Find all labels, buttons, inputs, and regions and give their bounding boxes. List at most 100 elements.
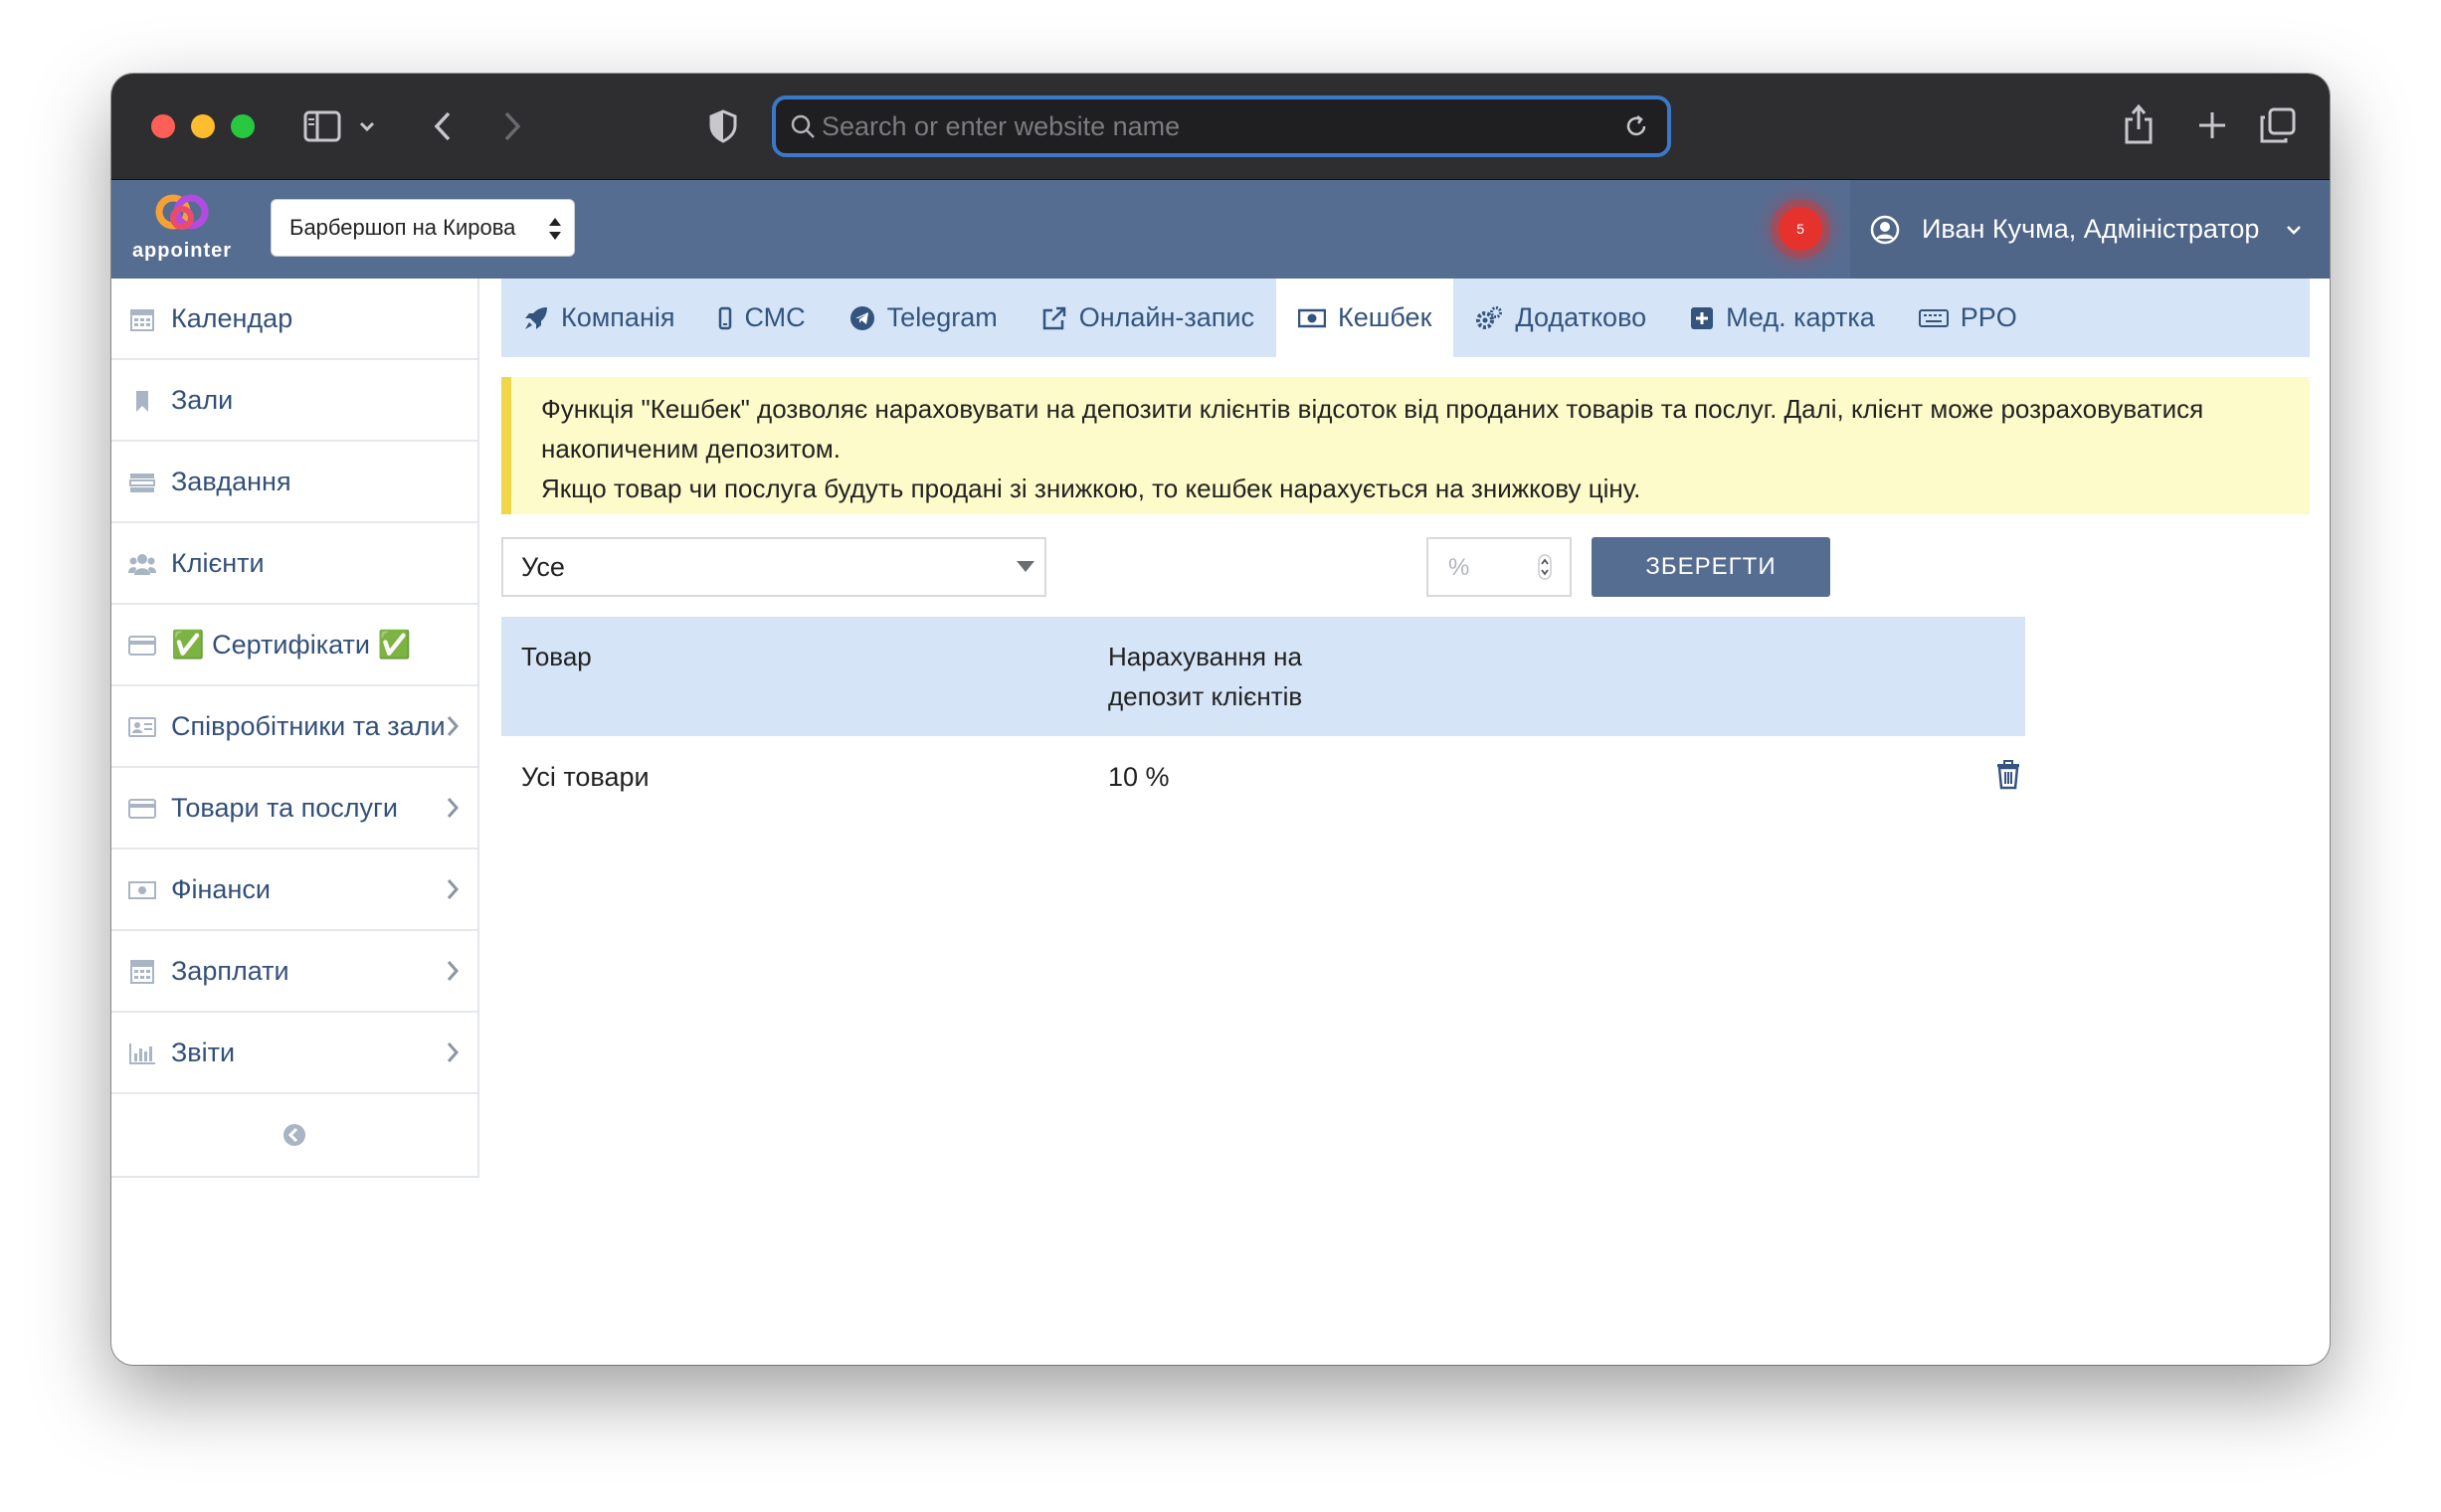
tab-label: Мед. картка xyxy=(1726,302,1875,332)
column-header-product: Товар xyxy=(521,642,592,671)
tab-company[interactable]: Компанія xyxy=(501,279,696,357)
sidebar: Календар Зали Завдання Клієнти ✅ Сертифі… xyxy=(111,279,479,1178)
appointer-logo[interactable]: appointer xyxy=(127,190,237,270)
users-icon xyxy=(127,549,157,579)
id-card-icon xyxy=(127,712,157,742)
tab-additional[interactable]: Додатково xyxy=(1453,279,1668,357)
sidebar-item-halls[interactable]: Зали xyxy=(111,360,477,442)
forward-arrow-icon[interactable] xyxy=(497,107,527,145)
tab-label: СМС xyxy=(744,302,806,332)
sidebar-item-products[interactable]: Товари та послуги xyxy=(111,768,477,850)
settings-tabs: Компанія СМС Telegram Онлайн-запис Кешбе… xyxy=(501,279,2310,357)
sidebar-item-employees[interactable]: Співробітники та зали xyxy=(111,686,477,768)
table-header: Товар Нарахування на депозит клієнтів xyxy=(501,617,2025,736)
chevron-right-icon xyxy=(446,959,460,990)
product-select-value: Усе xyxy=(521,551,565,582)
plus-square-icon xyxy=(1690,306,1714,330)
spinner-icon[interactable] xyxy=(1538,554,1552,585)
sidebar-item-label: Фінанси xyxy=(171,873,271,904)
sidebar-item-reports[interactable]: Звіти xyxy=(111,1013,477,1094)
chevron-right-icon xyxy=(446,1040,460,1071)
cashback-table: Товар Нарахування на депозит клієнтів Ус… xyxy=(501,617,2025,820)
sidebar-item-label: Товари та послуги xyxy=(171,792,398,823)
caret-down-icon xyxy=(1017,561,1034,572)
chevron-down-icon xyxy=(2285,224,2303,236)
sidebar-item-clients[interactable]: Клієнти xyxy=(111,523,477,605)
percent-field[interactable] xyxy=(1426,537,1572,597)
share-icon[interactable] xyxy=(2121,101,2157,147)
chevron-right-icon xyxy=(446,877,460,908)
zoom-window-button[interactable] xyxy=(231,114,255,138)
cell-product: Усі товари xyxy=(521,762,650,792)
tab-label: Онлайн-запис xyxy=(1078,302,1254,332)
url-bar[interactable] xyxy=(772,95,1671,157)
user-menu[interactable]: Иван Кучма, Адміністратор xyxy=(1850,180,2330,279)
bar-chart-icon xyxy=(127,1039,157,1068)
column-header-deposit: Нарахування на депозит клієнтів xyxy=(1108,642,1303,711)
tab-label: Додатково xyxy=(1515,302,1647,332)
keyboard-icon xyxy=(1918,308,1949,328)
info-alert: Функція "Кешбек" дозволяє нараховувати н… xyxy=(501,377,2310,514)
minimize-window-button[interactable] xyxy=(191,114,215,138)
shield-icon[interactable] xyxy=(706,107,740,145)
sidebar-item-label: Співробітники та зали xyxy=(171,710,446,741)
new-tab-icon[interactable] xyxy=(2194,107,2230,143)
sidebar-item-certificates[interactable]: ✅ Сертифікати ✅ xyxy=(111,605,477,686)
sidebar-item-calendar[interactable]: Календар xyxy=(111,279,477,360)
tab-ppo[interactable]: PPO xyxy=(1897,279,2039,357)
user-name: Иван Кучма, Адміністратор xyxy=(1922,214,2260,244)
bookmark-icon xyxy=(127,386,157,416)
branch-select[interactable]: Барбершоп на Кирова xyxy=(271,199,575,257)
product-select[interactable]: Усе xyxy=(501,537,1046,597)
table-row: Усі товари 10 % xyxy=(501,736,2025,820)
sidebar-toggle-icon[interactable] xyxy=(302,107,342,145)
card-icon xyxy=(127,631,157,661)
sidebar-item-label: Зали xyxy=(171,384,234,415)
browser-toolbar xyxy=(111,74,2330,180)
tab-label: Telegram xyxy=(886,302,998,332)
browser-window: appointer Барбершоп на Кирова 5 Иван Куч… xyxy=(111,74,2330,1365)
tab-sms[interactable]: СМС xyxy=(696,279,827,357)
tab-telegram[interactable]: Telegram xyxy=(828,279,1020,357)
chevron-down-icon[interactable] xyxy=(356,113,378,139)
notification-badge[interactable]: 5 xyxy=(1779,207,1822,251)
money-icon xyxy=(127,875,157,905)
tab-label: Компанія xyxy=(561,302,675,332)
sidebar-item-finance[interactable]: Фінанси xyxy=(111,850,477,931)
chevron-right-icon xyxy=(446,714,460,745)
sidebar-item-tasks[interactable]: Завдання xyxy=(111,442,477,523)
gears-icon xyxy=(1475,305,1503,331)
chevron-left-circle-icon xyxy=(282,1123,306,1147)
sidebar-item-salaries[interactable]: Зарплати xyxy=(111,931,477,1013)
tab-label: Кешбек xyxy=(1337,302,1432,332)
app-header: appointer Барбершоп на Кирова 5 Иван Куч… xyxy=(111,180,2330,279)
sidebar-item-label: Звіти xyxy=(171,1037,236,1067)
save-button[interactable]: ЗБЕРЕГТИ xyxy=(1592,537,1830,597)
percent-input[interactable] xyxy=(1428,539,1540,597)
sidebar-collapse-button[interactable] xyxy=(111,1094,477,1176)
calculator-icon xyxy=(127,957,157,987)
chevron-right-icon xyxy=(446,796,460,827)
close-window-button[interactable] xyxy=(151,114,175,138)
reload-icon[interactable] xyxy=(1623,113,1649,139)
calendar-icon xyxy=(127,304,157,334)
sidebar-item-label: Клієнти xyxy=(171,547,265,578)
sidebar-item-label: ✅ Сертифікати ✅ xyxy=(171,630,412,660)
tab-medical-card[interactable]: Мед. картка xyxy=(1668,279,1897,357)
mobile-icon xyxy=(718,306,732,330)
tab-label: PPO xyxy=(1960,302,2017,332)
branch-select-value: Барбершоп на Кирова xyxy=(289,215,516,240)
tab-online-booking[interactable]: Онлайн-запис xyxy=(1020,279,1276,357)
url-input[interactable] xyxy=(816,99,1623,153)
select-arrows-icon xyxy=(548,216,562,248)
cell-percent: 10 % xyxy=(1108,762,1170,792)
back-arrow-icon[interactable] xyxy=(428,107,458,145)
external-link-icon xyxy=(1041,305,1067,331)
sidebar-item-label: Календар xyxy=(171,302,293,333)
trash-icon[interactable] xyxy=(1995,760,2021,797)
card-icon xyxy=(127,794,157,824)
tab-overview-icon[interactable] xyxy=(2258,105,2298,145)
rocket-icon xyxy=(523,305,549,331)
tab-cashback[interactable]: Кешбек xyxy=(1275,279,1454,357)
tasks-icon xyxy=(127,468,157,497)
